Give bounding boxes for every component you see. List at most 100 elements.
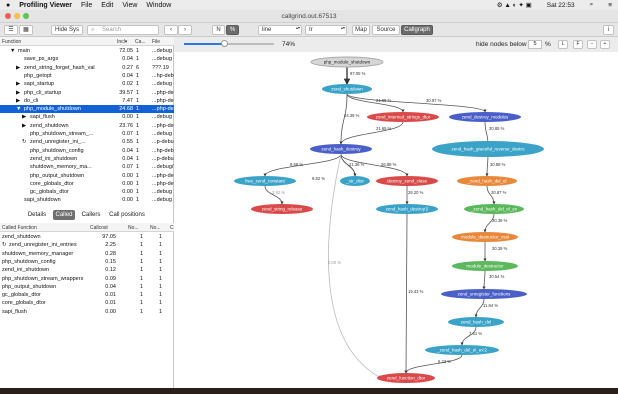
minimize-window-button[interactable] <box>14 13 20 19</box>
graph-node[interactable]: zend_hash_destroy'2 <box>376 204 438 214</box>
graph-edge[interactable] <box>484 121 490 145</box>
disclosure-icon[interactable]: ▶ <box>22 122 30 130</box>
grid-view-button[interactable]: ▦ <box>19 25 33 35</box>
graph-edge[interactable] <box>346 93 487 113</box>
col-callcost[interactable]: Callcost <box>90 225 108 231</box>
disclosure-icon[interactable]: ▶ <box>16 80 24 88</box>
called-row[interactable]: ↻ zend_unregister_ini_entries 2.25 1 1 <box>0 241 174 249</box>
callgraph-canvas[interactable]: 97.05 % 21.65 % 30.97 % 44.38 % 21.65 % 30.85… <box>174 52 618 388</box>
col-called-function[interactable]: Called Function <box>2 225 37 231</box>
function-row[interactable]: ▼php_module_shutdown 24.681 ...php-debu <box>0 105 174 114</box>
graph-edge[interactable] <box>339 121 404 145</box>
graph-edge[interactable] <box>328 153 382 379</box>
info-button[interactable]: i <box>603 25 614 35</box>
graph-node[interactable]: zend_destroy_modules <box>449 112 521 122</box>
graph-node[interactable]: module_destructor <box>452 261 518 271</box>
called-row[interactable]: zend_ini_shutdown 0.12 1 1 <box>0 266 174 274</box>
spotlight-icon[interactable]: ⌕ <box>590 1 594 9</box>
callgraph-button[interactable]: Callgraph <box>401 25 433 35</box>
col-no-1[interactable]: No... <box>128 225 139 231</box>
graph-edge[interactable] <box>339 93 348 145</box>
absolute-mode-button[interactable]: N <box>212 25 225 35</box>
function-row[interactable]: php_shutdown_config 0.041 ...hp-debu <box>0 147 174 155</box>
tab-called[interactable]: Called <box>53 210 75 220</box>
event-select[interactable]: Ir <box>305 25 347 35</box>
zoom-slider[interactable] <box>184 40 274 47</box>
function-row[interactable]: ▶zend_shutdown 23.761 ...php-debu <box>0 122 174 130</box>
graph-edge[interactable] <box>264 185 284 205</box>
map-button[interactable]: Map <box>352 25 370 35</box>
menu-edit[interactable]: Edit <box>101 2 113 9</box>
function-row[interactable]: zend_ini_shutdown 0.041 ...p-debug <box>0 155 174 163</box>
col-function[interactable]: Function <box>2 39 21 45</box>
forward-button[interactable]: › <box>178 25 192 35</box>
graph-node[interactable]: _str_dtor <box>340 176 370 186</box>
zoom-window-button[interactable] <box>23 13 29 19</box>
disclosure-icon[interactable]: ▶ <box>22 113 30 121</box>
graph-node[interactable]: _zend_hash_del_el_ex <box>464 204 524 214</box>
col-no-2[interactable]: No... <box>150 225 161 231</box>
clock[interactable]: Sat 22:53 <box>547 2 575 9</box>
function-row[interactable]: gc_globals_dtor 0.00 1 ...debug <box>0 188 174 196</box>
graph-node[interactable]: zend_hash_del <box>448 317 504 327</box>
called-row[interactable]: zend_shutdown 97.05 1 1 <box>0 233 174 241</box>
disclosure-icon[interactable]: ▼ <box>16 105 24 113</box>
graph-node[interactable]: free_zend_constant <box>234 176 296 186</box>
layout-l-button[interactable]: L <box>558 40 568 49</box>
called-row[interactable]: sapi_flush 0.00 1 1 <box>0 308 174 316</box>
app-menu[interactable]: Profiling Viewer <box>19 2 72 9</box>
graph-node[interactable]: zend_function_dtor <box>377 373 435 383</box>
col-file[interactable]: File <box>152 39 160 45</box>
function-row[interactable]: php_shutdown_stream_... 0.07 1 ...debug <box>0 130 174 138</box>
function-row[interactable]: ▶php_cli_startup 39.571 ...php-debu <box>0 89 174 97</box>
disclosure-icon[interactable]: ▶ <box>16 89 24 97</box>
function-row[interactable]: ▶ sapi_flush 0.00 1 ...debug <box>0 113 174 121</box>
disclosure-icon[interactable]: ▶ <box>16 97 24 105</box>
menu-icon[interactable]: ≡ <box>608 2 612 9</box>
graph-edge[interactable] <box>346 93 405 113</box>
function-row[interactable]: ▶ zend_string_forget_hash_val 0.27 6 ???.19 <box>0 64 174 72</box>
called-row[interactable]: gc_globals_dtor 0.01 1 1 <box>0 291 174 299</box>
search-input[interactable]: ⌕ Search <box>87 25 159 35</box>
graph-node[interactable]: zend_string_release <box>251 204 313 214</box>
close-window-button[interactable] <box>5 13 11 19</box>
sidebar-toggle-button[interactable]: ☰ <box>4 25 18 35</box>
menu-file[interactable]: File <box>81 2 92 9</box>
graph-edge[interactable] <box>474 298 485 318</box>
graph-edge[interactable] <box>404 213 408 374</box>
zoom-out-button[interactable]: − <box>587 40 597 49</box>
hide-nodes-input[interactable]: 5 <box>528 40 542 49</box>
layout-f-button[interactable]: F <box>573 40 583 49</box>
function-row[interactable]: shutdown_memory_ma... 0.07 1 ...debug/ <box>0 163 174 171</box>
graph-node[interactable]: _zend_hash_del_el <box>457 176 517 186</box>
graph-node[interactable]: zend_hash_destroy <box>310 144 372 154</box>
status-icons[interactable]: ⚙ ▲ ◐ ✦ ▣ <box>497 1 532 9</box>
graph-node[interactable]: _zend_hash_del_el_ex'2 <box>425 345 499 355</box>
graph-node[interactable]: zend_unregister_functions <box>441 289 527 299</box>
graph-node[interactable]: destroy_zend_class <box>376 176 438 186</box>
disclosure-icon[interactable]: ↻ <box>22 138 30 146</box>
menu-window[interactable]: Window <box>146 2 171 9</box>
graph-edge[interactable] <box>482 270 486 290</box>
called-row[interactable]: shutdown_memory_manager 0.28 1 1 <box>0 250 174 258</box>
graph-node[interactable]: zend_hash_graceful_reverse_destro <box>432 141 544 157</box>
graph-edge[interactable] <box>460 326 477 346</box>
graph-node[interactable]: zend_shutdown <box>322 84 372 94</box>
graph-node[interactable]: module_destructor_zval <box>452 232 518 242</box>
tab-callers[interactable]: Callers <box>78 210 104 220</box>
graph-edge[interactable] <box>404 354 463 374</box>
tab-call-positions[interactable]: Call positions <box>107 210 147 220</box>
graph-node[interactable]: php_module_shutdown <box>310 56 384 68</box>
function-row[interactable]: ▼ main 72.05 1 ...debug <box>0 47 174 55</box>
back-button[interactable]: ‹ <box>164 25 178 35</box>
function-row[interactable]: php_output_shutdown 0.001 ...php-debu <box>0 172 174 180</box>
graph-edge[interactable] <box>485 153 489 177</box>
hide-sys-button[interactable]: Hide Sys <box>51 25 83 35</box>
function-row[interactable]: core_globals_dtor 0.001 ...php-debu <box>0 180 174 188</box>
function-row[interactable]: ▶ sapi_startup 0.02 1 ...debug <box>0 80 174 88</box>
function-row[interactable]: php_getopt 0.041 ...hp-debu <box>0 72 174 80</box>
graph-node[interactable]: zend_interned_strings_dtor <box>367 112 439 122</box>
col-calls[interactable]: Ca... <box>135 39 146 45</box>
function-row[interactable]: ▶do_cli 7.471 ...php-debu <box>0 97 174 105</box>
called-row[interactable]: php_output_shutdown 0.04 1 1 <box>0 283 174 291</box>
